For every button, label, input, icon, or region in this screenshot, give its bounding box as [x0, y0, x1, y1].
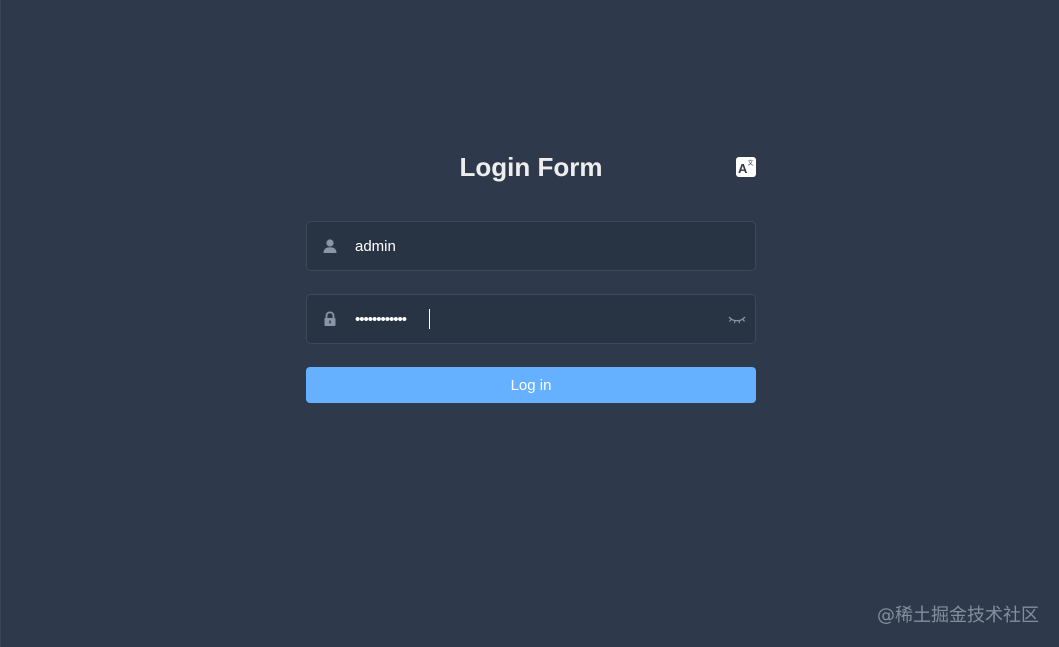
title-container: Login Form A 文: [306, 150, 756, 184]
svg-text:A: A: [738, 161, 748, 176]
language-switcher[interactable]: A 文: [736, 157, 756, 177]
language-icon: A 文: [738, 159, 754, 176]
text-cursor: [429, 309, 430, 329]
watermark: @稀土掘金技术社区: [877, 605, 1039, 626]
svg-text:文: 文: [748, 159, 754, 167]
login-page: Login Form A 文 admin •••••••••••• Log in…: [0, 0, 1059, 647]
username-input[interactable]: [355, 222, 715, 270]
password-input[interactable]: [355, 295, 715, 343]
password-field: [306, 294, 756, 344]
login-form: Login Form A 文 admin •••••••••••• Log in: [306, 150, 756, 403]
show-password-toggle[interactable]: [727, 310, 747, 328]
eye-closed-icon: [728, 316, 746, 324]
lock-icon: [324, 311, 336, 326]
page-title: Login Form: [459, 152, 603, 182]
user-icon: [323, 239, 337, 253]
username-field: [306, 221, 756, 271]
login-button[interactable]: Log in: [306, 367, 756, 403]
